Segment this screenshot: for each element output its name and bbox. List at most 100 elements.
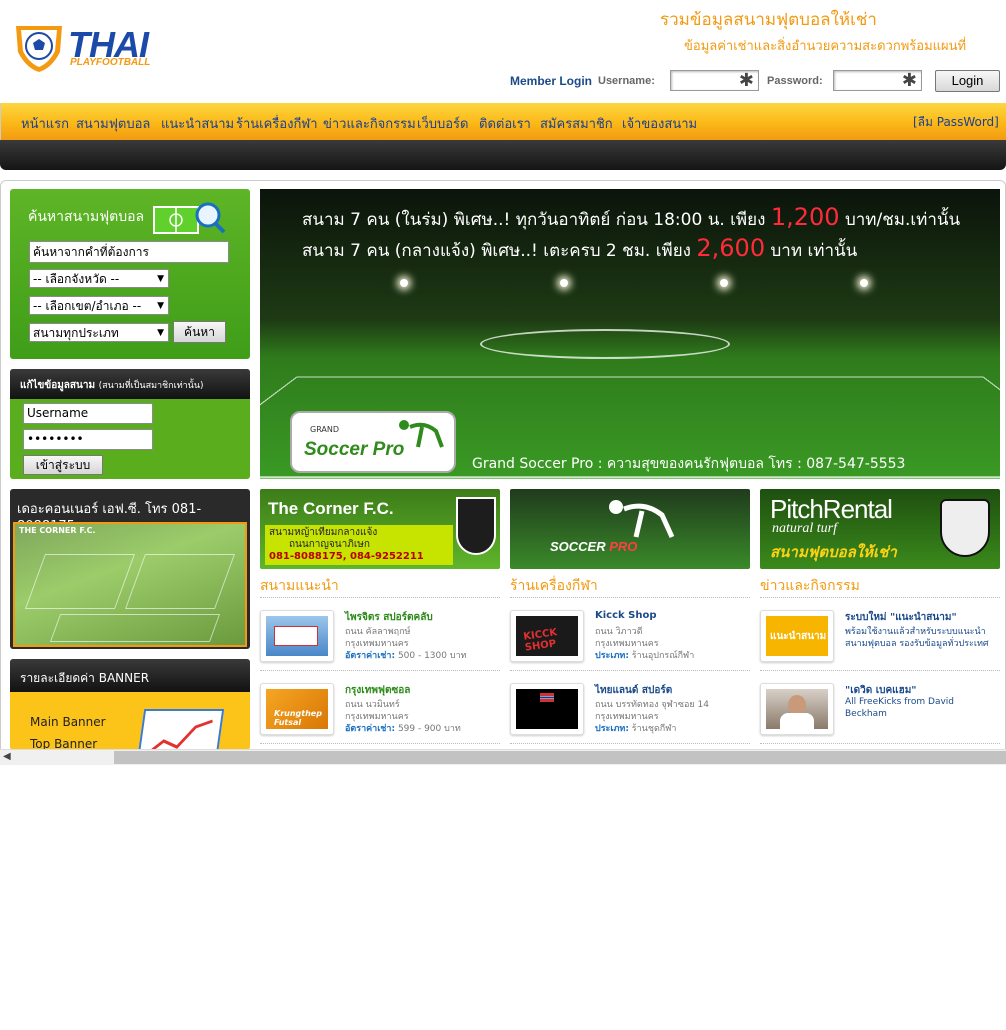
search-title: ค้นหาสนามฟุตบอล <box>28 209 145 225</box>
nav-item-contact[interactable]: ติดต่อเรา <box>479 113 531 134</box>
recommend-item-2-title[interactable]: กรุงเทพฟุตซอล <box>345 683 410 698</box>
hero-caption: Grand Soccer Pro : ความสุขของคนรักฟุตบอล… <box>472 456 906 472</box>
recommend-thumb-1[interactable] <box>260 610 334 662</box>
soccer-pro-text-a: SOCCER <box>550 539 606 554</box>
hero-banner[interactable]: สนาม 7 คน (ในร่ม) พิเศษ..! ทุกวันอาทิตย์… <box>260 189 1000 479</box>
member-edit-panel: แก้ไขข้อมูลสนาม (สนามที่เป็นสมาชิกเท่านั… <box>10 369 250 479</box>
aerial-field-image: THE CORNER F.C. <box>13 522 247 647</box>
field-type-select-value: สนามทุกประเภท <box>33 326 119 340</box>
password-label: Password: <box>767 75 823 87</box>
banner-price-title: รายละเอียดค่า BANNER <box>10 659 250 692</box>
news-item-2-line1: All FreeKicks from David <box>845 697 955 707</box>
soccer-pro-text: SOCCER PRO <box>550 539 637 554</box>
pitch-rental-thai: สนามฟุตบอลให้เช่า <box>770 543 897 561</box>
pitch-rental-banner[interactable]: PitchRental natural turf สนามฟุตบอลให้เช… <box>760 489 1000 569</box>
dropdown-arrow-icon: ▼ <box>157 301 164 311</box>
shop-thumb-1-label: KICCK SHOP <box>522 627 558 654</box>
scroll-left-icon[interactable]: ◀ <box>3 751 11 762</box>
recommend-item-1-title[interactable]: ไพรจิตร สปอร์ตคลับ <box>345 610 433 625</box>
logo-grand-text: GRAND <box>310 425 340 434</box>
nav-item-shops[interactable]: ร้านเครื่องกีฬา <box>236 113 318 134</box>
login-button[interactable]: Login <box>935 70 1000 92</box>
hero-price-2: 2,600 <box>696 234 766 262</box>
member-edit-header: แก้ไขข้อมูลสนาม (สนามที่เป็นสมาชิกเท่านั… <box>10 369 250 399</box>
member-login-label: Member Login <box>510 74 593 88</box>
lion-shield-icon <box>940 499 990 557</box>
district-select-value: -- เลือกเขต/อำเภอ -- <box>33 299 142 313</box>
corner-fc-banner-title: The Corner F.C. <box>268 499 394 518</box>
hero-promo-line-1: สนาม 7 คน (ในร่ม) พิเศษ..! ทุกวันอาทิตย์… <box>302 203 960 233</box>
hero-promo-line-2: สนาม 7 คน (กลางแจ้ง) พิเศษ..! เตะครบ 2 ช… <box>302 234 857 264</box>
site-logo[interactable]: THAI PLAYFOOTBALL <box>12 22 177 74</box>
corner-fc-phone: 081-8088175, 084-9252211 <box>269 551 424 562</box>
news-thumb-1[interactable]: แนะนำสนาม <box>760 610 834 662</box>
corner-fc-side-banner[interactable]: เดอะคอนเนอร์ เอฟ.ซี. โทร 081-8088175 THE… <box>10 489 250 649</box>
news-section-title[interactable]: ข่าวและกิจกรรม <box>760 575 860 597</box>
nav-item-recommend[interactable]: แนะนำสนาม <box>161 113 234 134</box>
shop-thumb-1[interactable]: KICCK SHOP <box>510 610 584 662</box>
banner-price-panel[interactable]: รายละเอียดค่า BANNER Main Banner Top Ban… <box>10 659 250 750</box>
type-key: ประเภท: <box>595 724 629 734</box>
shop-item-1-title[interactable]: Kicck Shop <box>595 610 657 621</box>
corner-fc-desc-line1: สนามหญ้าเทียมกลางแจ้ง <box>269 527 378 538</box>
province-select[interactable]: -- เลือกจังหวัด -- ▼ <box>29 269 169 288</box>
search-button[interactable]: ค้นหา <box>173 321 226 343</box>
corner-fc-banner[interactable]: The Corner F.C. สนามหญ้าเทียมกลางแจ้ง ถน… <box>260 489 500 569</box>
shops-section-title[interactable]: ร้านเครื่องกีฬา <box>510 575 598 597</box>
nav-item-news[interactable]: ข่าวและกิจกรรม <box>323 113 416 134</box>
chart-icon <box>135 709 225 750</box>
corner-fc-label: THE CORNER F.C. <box>19 526 96 535</box>
main-nav: หน้าแรก สนามฟุตบอล แนะนำสนาม ร้านเครื่อง… <box>0 103 1006 140</box>
recommend-section-title[interactable]: สนามแนะนำ <box>260 575 339 597</box>
corner-fc-desc-line2: ถนนกาญจนาภิเษก <box>289 539 370 550</box>
soccer-pro-banner[interactable]: SOCCER PRO <box>510 489 750 569</box>
thai-flag-icon <box>540 693 554 702</box>
shop-item-2-title[interactable]: ไทยแลนด์ สปอร์ต <box>595 683 672 698</box>
username-label: Username: <box>598 75 655 87</box>
soccer-pro-text-b: PRO <box>609 539 638 554</box>
banner-line-main: Main Banner <box>30 715 106 729</box>
shop-item-1-type: ประเภท: ร้านอุปกรณ์กีฬา <box>595 648 694 662</box>
horizontal-scrollbar[interactable]: ◀ <box>0 749 1006 765</box>
member-password-input[interactable]: •••••••• <box>23 429 153 450</box>
nav-item-home[interactable]: หน้าแรก <box>21 113 69 134</box>
member-username-input[interactable]: Username <box>23 403 153 424</box>
sub-nav-bar <box>0 140 1006 170</box>
member-signin-button[interactable]: เข้าสู่ระบบ <box>23 455 103 475</box>
header-password-input[interactable]: ✱ <box>833 70 922 91</box>
news-item-1-line2: สนามฟุตบอล รองรับข้อมูลทั่วประเทศ <box>845 639 989 649</box>
hero-price-1: 1,200 <box>770 203 840 231</box>
kicking-player-icon <box>609 500 675 539</box>
keyword-input[interactable]: ค้นหาจากคำที่ต้องการ <box>29 241 229 263</box>
nav-item-register[interactable]: สมัครสมาชิก <box>540 113 613 134</box>
recommend-thumb-2[interactable]: Krungthep Futsal <box>260 683 334 735</box>
shop-item-2-type: ประเภท: ร้านชุดกีฬา <box>595 721 676 735</box>
news-item-2-line2: Beckham <box>845 709 887 719</box>
forgot-password-link[interactable]: [ลืม PassWord] <box>913 113 999 132</box>
rate-value: 599 - 900 บาท <box>397 724 461 734</box>
rate-key: อัตราค่าเช่า: <box>345 651 396 661</box>
tagline-sub: ข้อมูลค่าเช่าและสิ่งอำนวยความสะดวกพร้อมแ… <box>684 39 967 54</box>
nav-item-fields[interactable]: สนามฟุตบอล <box>76 113 150 134</box>
logo-soccer-pro-text: Soccer Pro <box>304 439 405 460</box>
news-thumb-2[interactable] <box>760 683 834 735</box>
pitch-rental-sub: natural turf <box>772 521 837 536</box>
shop-thumb-2[interactable] <box>510 683 584 735</box>
nav-item-webboard[interactable]: เว็บบอร์ด <box>417 113 468 134</box>
field-type-select[interactable]: สนามทุกประเภท ▼ <box>29 323 169 342</box>
kicking-player-icon <box>399 420 444 448</box>
tagline-main: รวมข้อมูลสนามฟุตบอลให้เช่า <box>660 10 877 30</box>
football-shield-icon <box>16 26 62 72</box>
scrollbar-thumb[interactable] <box>114 751 1006 764</box>
news-item-1-title[interactable]: ระบบใหม่ "แนะนำสนาม" <box>845 610 957 625</box>
district-select[interactable]: -- เลือกเขต/อำเภอ -- ▼ <box>29 296 169 315</box>
hero-line2-suffix: บาท เท่านั้น <box>770 241 858 261</box>
type-value: ร้านอุปกรณ์กีฬา <box>631 651 695 661</box>
member-login-bar: Member Login Username: ✱ Password: ✱ Log… <box>510 70 1006 92</box>
recommend-item-2-rate: อัตราค่าเช่า: 599 - 900 บาท <box>345 721 461 735</box>
recommend-thumb-2-label: Krungthep Futsal <box>274 709 322 727</box>
nav-item-owner[interactable]: เจ้าของสนาม <box>622 113 697 134</box>
province-select-value: -- เลือกจังหวัด -- <box>33 272 120 286</box>
news-item-2-title[interactable]: "เดวิด เบคแฮม" <box>845 683 917 698</box>
header-username-input[interactable]: ✱ <box>670 70 759 91</box>
